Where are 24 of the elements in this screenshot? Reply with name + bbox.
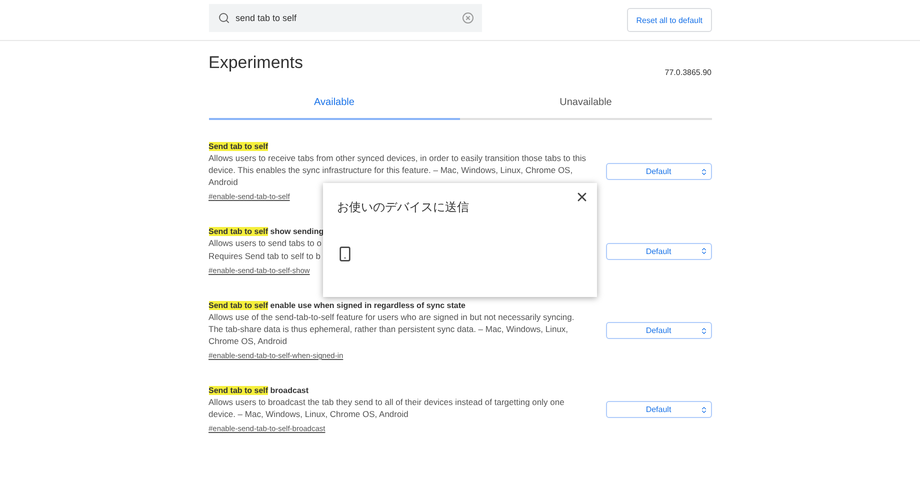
tab[interactable]: Unavailable xyxy=(460,91,712,120)
clear-icon[interactable] xyxy=(462,12,474,24)
caret-icon xyxy=(700,247,708,255)
experiment-description: Allows use of the send-tab-to-self feature for users who are signed in but not necessarily syncing. The tab-share data is thus ephemeral, rather than persistent sync data. – Mac, Windows, Linux, Chrome OS, Android xyxy=(208,311,576,347)
reset-button[interactable]: Reset all to default xyxy=(627,8,712,32)
state-select[interactable]: Default xyxy=(606,163,712,180)
caret-icon xyxy=(700,406,708,414)
state-select[interactable]: Default xyxy=(606,322,712,339)
tab[interactable]: Available xyxy=(208,91,460,120)
state-select[interactable]: Default xyxy=(606,401,712,418)
search-icon xyxy=(218,12,230,24)
search-field[interactable]: send tab to self xyxy=(208,4,482,32)
phone-icon[interactable] xyxy=(337,246,353,262)
caret-icon xyxy=(700,326,708,334)
state-select[interactable]: Default xyxy=(606,242,712,260)
caret-icon xyxy=(700,168,708,176)
experiment-description: Allows users to broadcast the tab they send to all of their devices instead of targetting only one device. – Mac, Windows, Linux, Chrome OS, Android xyxy=(208,396,566,420)
dialog-title: お使いのデバイスに送信 xyxy=(337,199,470,216)
experiment-description: Requires Send tab to self to b xyxy=(208,250,320,262)
page-heading: Experiments xyxy=(208,53,303,73)
close-button[interactable] xyxy=(575,190,589,204)
experiment-description: Allows users to send tabs to o xyxy=(208,237,322,249)
experiment-description: Allows users to receive tabs from other synced devices, in order to easily transition those tabs to this device. This enables the sync infrastructure for this feature. – Mac, Windows, Linux, Chrome OS, Android xyxy=(208,152,587,188)
version-label: 77.0.3865.90 xyxy=(664,68,712,77)
